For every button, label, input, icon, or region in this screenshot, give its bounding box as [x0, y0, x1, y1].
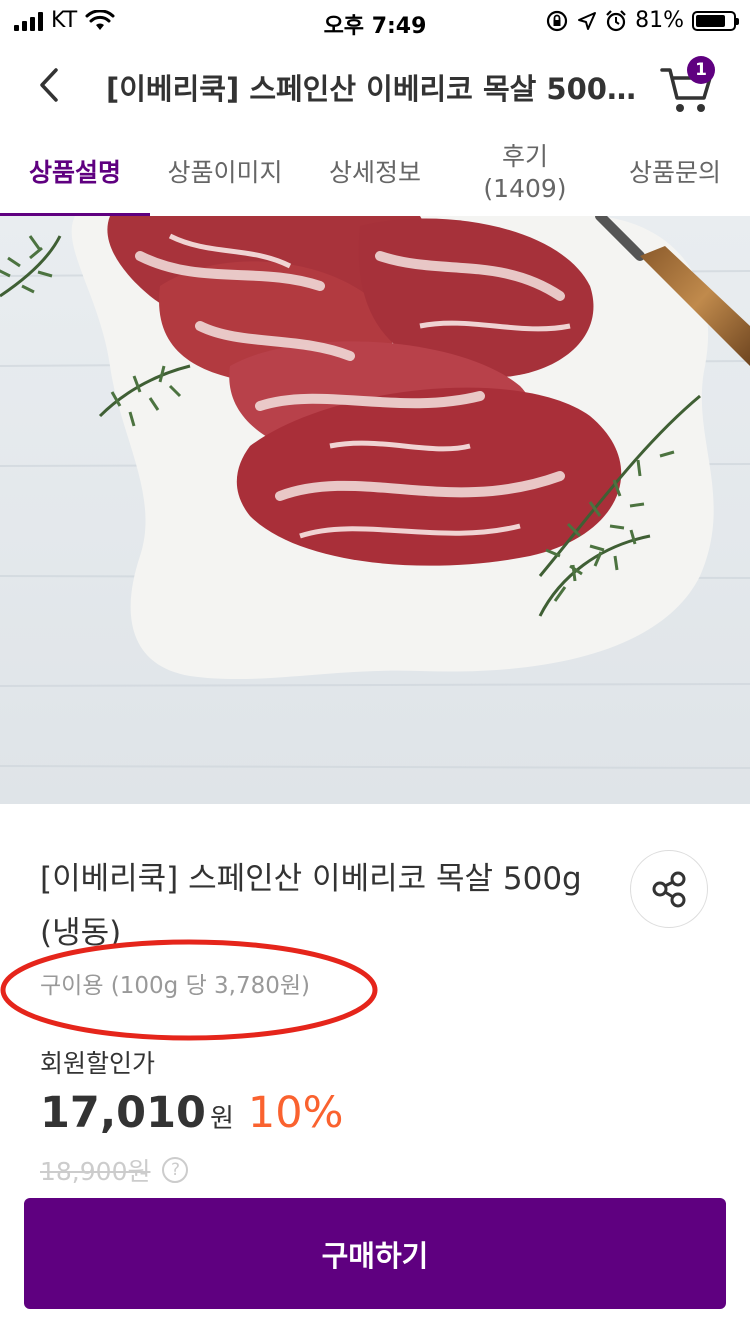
tab-details[interactable]: 상세정보 [300, 130, 450, 216]
tab-images[interactable]: 상품이미지 [150, 130, 300, 216]
discount-rate: 10% [247, 1088, 344, 1138]
price-row: 17,010 원 10% [40, 1088, 343, 1138]
currency-unit: 원 [209, 1104, 234, 1134]
tab-reviews[interactable]: 후기 (1409) [450, 130, 600, 216]
product-tabs: 상품설명 상품이미지 상세정보 후기 (1409) 상품문의 [0, 130, 750, 217]
product-image [0, 216, 750, 804]
battery-icon [692, 10, 739, 31]
tab-inquiry[interactable]: 상품문의 [600, 130, 750, 216]
alarm-icon [606, 9, 626, 31]
back-arrow-icon[interactable] [30, 60, 70, 110]
highlight-annotation [0, 939, 378, 1041]
help-icon[interactable]: ? [162, 1157, 189, 1183]
app-header: [이베리쿡] 스페인산 이베리코 목살 500g (냉동) 1 [0, 40, 750, 130]
share-icon [652, 871, 686, 908]
original-price-row: 18,900원 ? [40, 1152, 189, 1188]
rotation-lock-icon [546, 10, 568, 31]
original-price: 18,900원 [40, 1157, 151, 1186]
member-price-label: 회원할인가 [40, 1049, 156, 1078]
tab-description[interactable]: 상품설명 [0, 130, 150, 217]
share-button[interactable] [630, 850, 708, 928]
page-title: [이베리쿡] 스페인산 이베리코 목살 500g (냉동) [106, 72, 641, 106]
cart-count-badge: 1 [687, 56, 715, 84]
battery-percent: 81% [635, 8, 684, 33]
buy-button[interactable]: 구매하기 [24, 1198, 726, 1309]
status-bar: KT 오후 7:49 81% [0, 0, 750, 40]
sale-price: 17,010 [40, 1088, 206, 1138]
location-icon [578, 11, 597, 30]
